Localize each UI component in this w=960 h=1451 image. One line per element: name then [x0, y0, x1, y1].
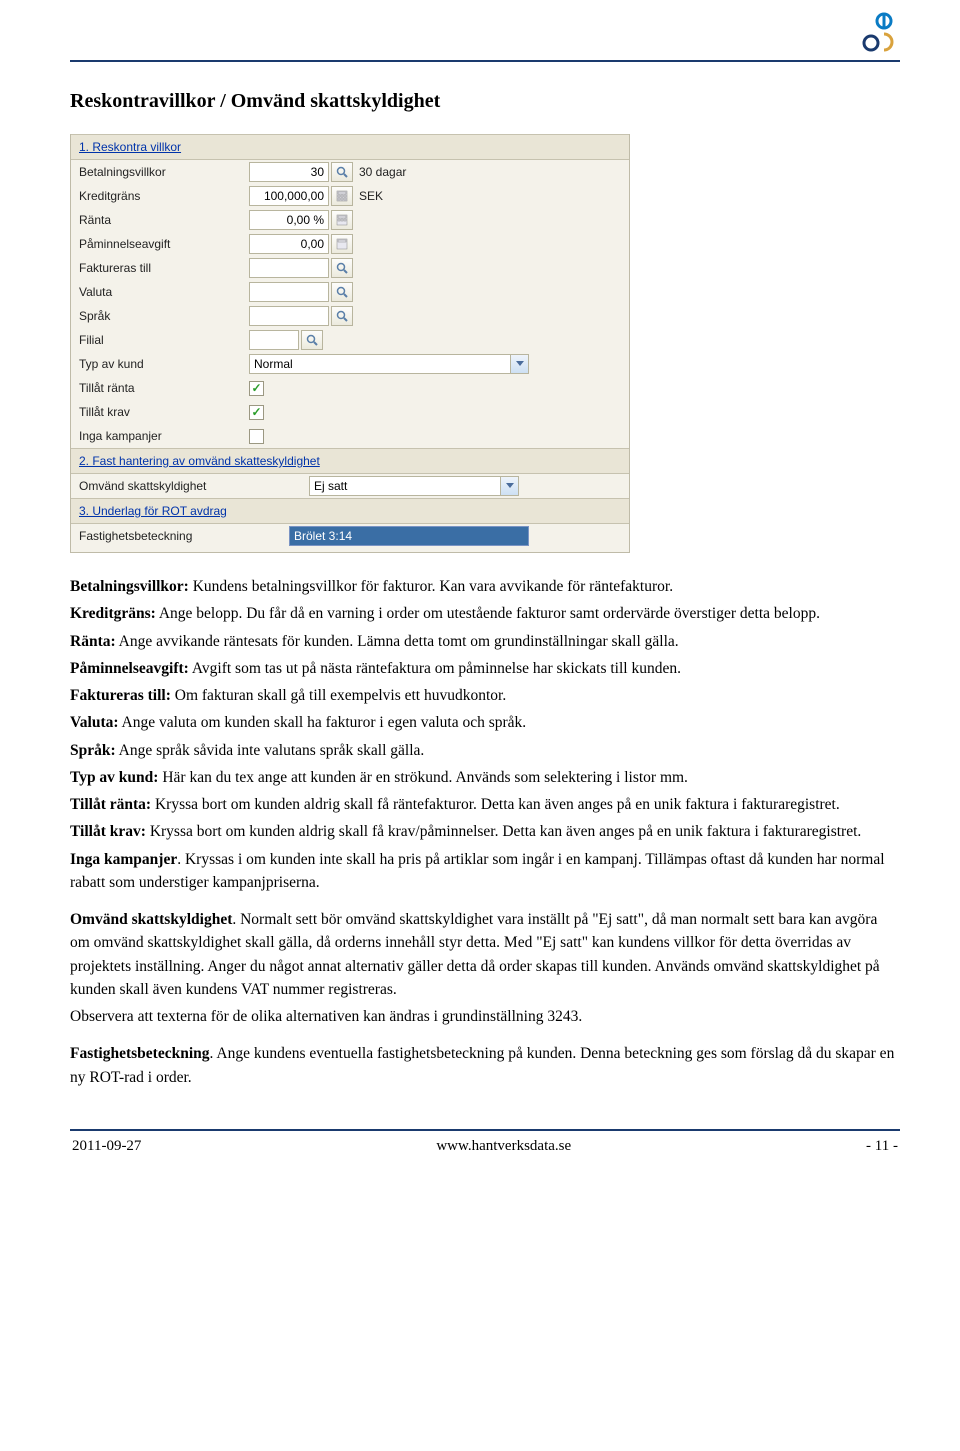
- footer-date: 2011-09-27: [72, 1135, 141, 1158]
- kreditgrans-input[interactable]: [249, 186, 329, 206]
- valuta-row: Valuta: [71, 280, 629, 304]
- term-sprak: Språk:: [70, 742, 116, 759]
- fastighet-label: Fastighetsbeteckning: [79, 527, 289, 545]
- faktureras-lookup-button[interactable]: [331, 258, 353, 278]
- section-header-1[interactable]: 1. Reskontra villkor: [71, 134, 629, 160]
- inga-kampanjer-row: Inga kampanjer: [71, 424, 629, 448]
- form-panel: 1. Reskontra villkor Betalningsvillkor 3…: [70, 134, 630, 553]
- term-kreditgrans: Kreditgräns:: [70, 605, 156, 622]
- ranta-row: Ränta: [71, 208, 629, 232]
- term-paminnelseavgift: Påminnelseavgift:: [70, 660, 189, 677]
- term-faktureras-till: Faktureras till:: [70, 687, 171, 704]
- chevron-down-icon: [510, 355, 528, 373]
- term-betalningsvillkor: Betalningsvillkor:: [70, 578, 189, 595]
- body-text: Betalningsvillkor: Kundens betalningsvil…: [70, 575, 900, 1089]
- valuta-label: Valuta: [79, 283, 249, 301]
- page-header: [70, 0, 900, 60]
- term-fastighetsbeteckning: Fastighetsbeteckning: [70, 1045, 210, 1062]
- inga-kampanjer-checkbox[interactable]: [249, 429, 264, 444]
- fastighet-row: Fastighetsbeteckning: [71, 524, 629, 548]
- magnifier-icon: [336, 286, 348, 298]
- kreditgrans-row: Kreditgräns SEK: [71, 184, 629, 208]
- kreditgrans-label: Kreditgräns: [79, 187, 249, 205]
- ranta-input[interactable]: [249, 210, 329, 230]
- typavkund-label: Typ av kund: [79, 355, 249, 373]
- term-valuta: Valuta:: [70, 714, 119, 731]
- omvand-value: Ej satt: [314, 477, 347, 495]
- betalningsvillkor-row: Betalningsvillkor 30 dagar: [71, 160, 629, 184]
- section-header-2[interactable]: 2. Fast hantering av omvänd skatteskyldi…: [71, 448, 629, 474]
- betalningsvillkor-lookup-button[interactable]: [331, 162, 353, 182]
- magnifier-icon: [306, 334, 318, 346]
- faktureras-row: Faktureras till: [71, 256, 629, 280]
- term-omvand-skattskyldighet: Omvänd skattskyldighet: [70, 911, 232, 928]
- footer-url: www.hantverksdata.se: [436, 1135, 571, 1158]
- betalningsvillkor-input[interactable]: [249, 162, 329, 182]
- filial-row: Filial: [71, 328, 629, 352]
- filial-input[interactable]: [249, 330, 299, 350]
- typavkund-row: Typ av kund Normal: [71, 352, 629, 376]
- kreditgrans-suffix: SEK: [359, 187, 383, 205]
- tillat-krav-checkbox[interactable]: [249, 405, 264, 420]
- magnifier-icon: [336, 262, 348, 274]
- company-logo-icon: [856, 10, 900, 54]
- calculator-icon: [336, 214, 348, 226]
- kreditgrans-calc-button[interactable]: [331, 186, 353, 206]
- tillat-ranta-label: Tillåt ränta: [79, 379, 249, 397]
- paminnelse-row: Påminnelseavgift: [71, 232, 629, 256]
- inga-kampanjer-label: Inga kampanjer: [79, 427, 249, 445]
- calculator-icon: [336, 190, 348, 202]
- betalningsvillkor-suffix: 30 dagar: [359, 163, 406, 181]
- tillat-ranta-row: Tillåt ränta: [71, 376, 629, 400]
- header-rule: [70, 60, 900, 62]
- footer-page: - 11 -: [866, 1135, 898, 1158]
- magnifier-icon: [336, 310, 348, 322]
- paminnelse-input[interactable]: [249, 234, 329, 254]
- omvand-dropdown[interactable]: Ej satt: [309, 476, 519, 496]
- faktureras-input[interactable]: [249, 258, 329, 278]
- betalningsvillkor-label: Betalningsvillkor: [79, 163, 249, 181]
- sprak-lookup-button[interactable]: [331, 306, 353, 326]
- valuta-input[interactable]: [249, 282, 329, 302]
- term-typ-av-kund: Typ av kund:: [70, 769, 158, 786]
- ranta-label: Ränta: [79, 211, 249, 229]
- term-tillat-krav: Tillåt krav:: [70, 823, 146, 840]
- typavkund-value: Normal: [254, 355, 293, 373]
- fastighet-input[interactable]: [289, 526, 529, 546]
- term-ranta: Ränta:: [70, 633, 116, 650]
- faktureras-label: Faktureras till: [79, 259, 249, 277]
- paminnelse-calc-button[interactable]: [331, 234, 353, 254]
- omvand-label: Omvänd skattskyldighet: [79, 477, 309, 495]
- paminnelse-label: Påminnelseavgift: [79, 235, 249, 253]
- tillat-krav-label: Tillåt krav: [79, 403, 249, 421]
- filial-label: Filial: [79, 331, 249, 349]
- typavkund-dropdown[interactable]: Normal: [249, 354, 529, 374]
- page-footer: 2011-09-27 www.hantverksdata.se - 11 -: [70, 1131, 900, 1158]
- sprak-label: Språk: [79, 307, 249, 325]
- filial-lookup-button[interactable]: [301, 330, 323, 350]
- tillat-krav-row: Tillåt krav: [71, 400, 629, 424]
- omvand-row: Omvänd skattskyldighet Ej satt: [71, 474, 629, 498]
- valuta-lookup-button[interactable]: [331, 282, 353, 302]
- magnifier-icon: [336, 166, 348, 178]
- tillat-ranta-checkbox[interactable]: [249, 381, 264, 396]
- sprak-input[interactable]: [249, 306, 329, 326]
- calculator-icon: [336, 238, 348, 250]
- chevron-down-icon: [500, 477, 518, 495]
- page-title: Reskontravillkor / Omvänd skattskyldighe…: [70, 86, 900, 116]
- ranta-calc-button[interactable]: [331, 210, 353, 230]
- section-header-3[interactable]: 3. Underlag för ROT avdrag: [71, 498, 629, 524]
- sprak-row: Språk: [71, 304, 629, 328]
- term-inga-kampanjer: Inga kampanjer: [70, 851, 177, 868]
- term-tillat-ranta: Tillåt ränta:: [70, 796, 151, 813]
